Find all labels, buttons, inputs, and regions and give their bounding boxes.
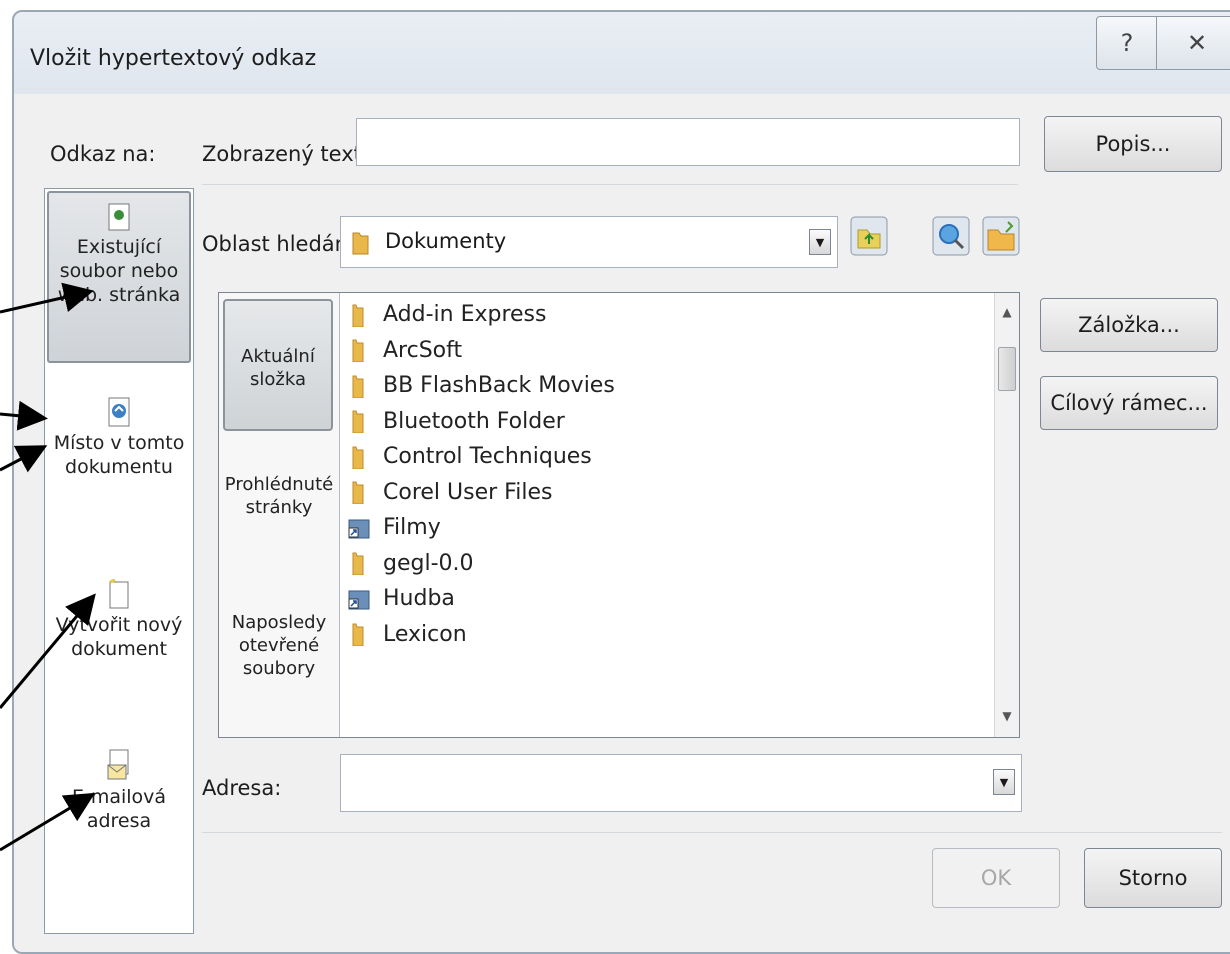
arrow-email-address [0, 792, 96, 852]
arrow-place-in-document-2 [0, 445, 48, 473]
annotation-arrows [0, 282, 96, 852]
arrow-existing-file [0, 282, 94, 314]
arrow-new-document [0, 593, 96, 709]
arrow-place-in-document-1 [0, 400, 48, 431]
